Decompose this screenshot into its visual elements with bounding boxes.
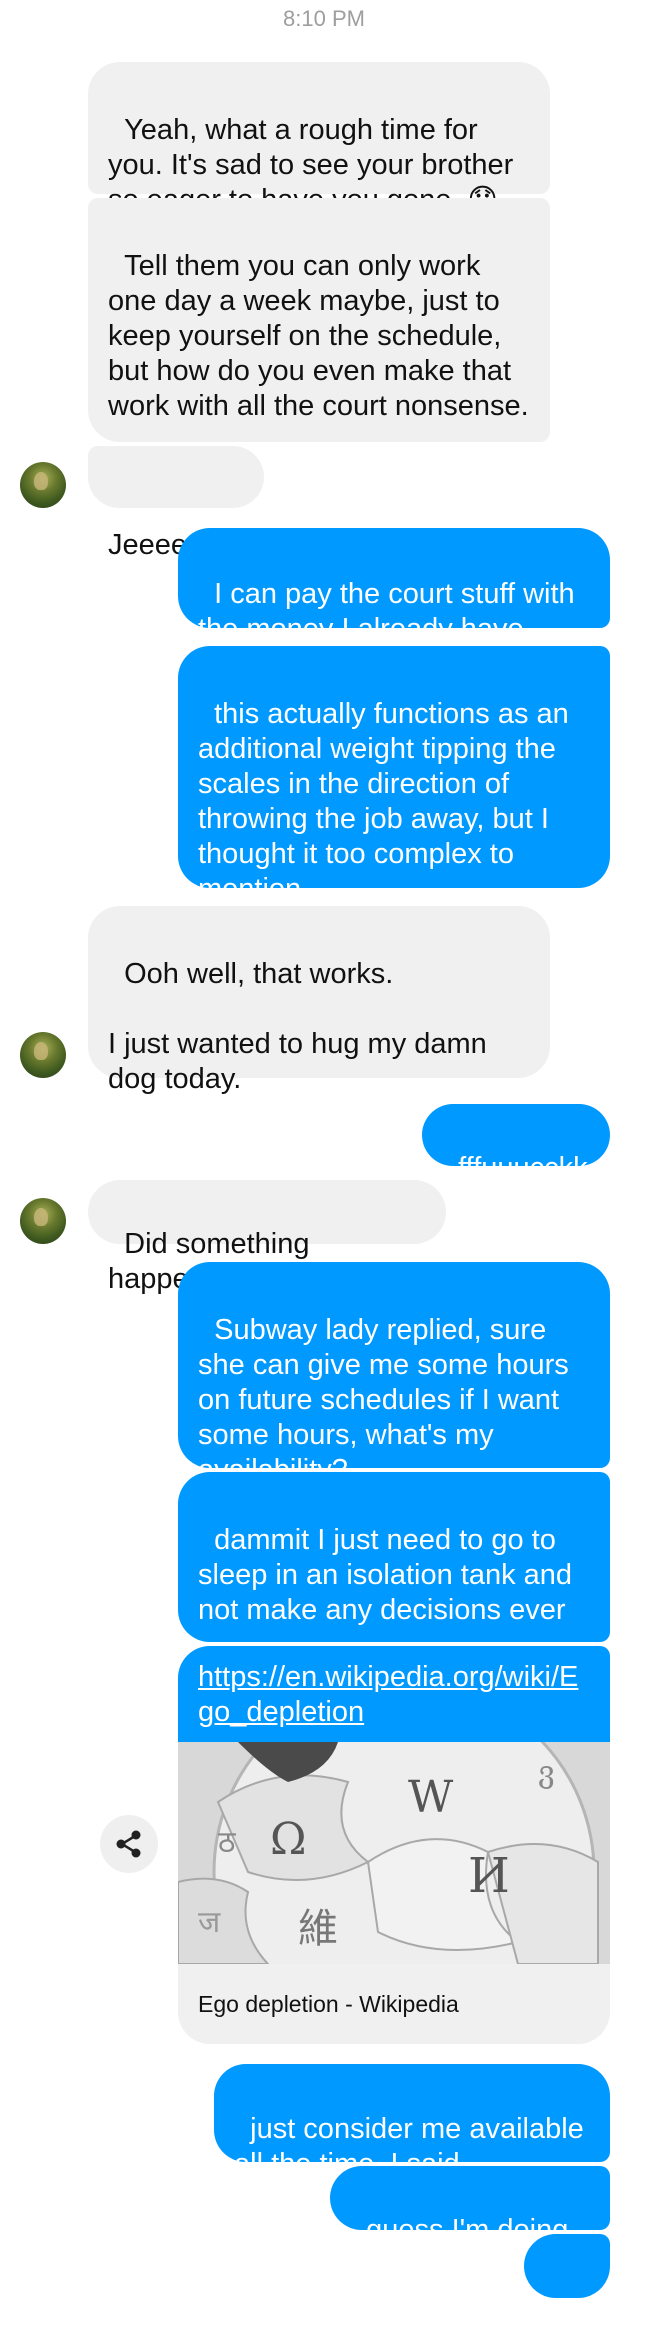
message-incoming[interactable]: Ooh well, that works. I just wanted to h…	[88, 906, 550, 1095]
message-text: dammit I just need to go to sleep in an …	[198, 1524, 581, 1626]
contact-avatar[interactable]	[20, 1198, 66, 1244]
message-text: fml	[544, 2317, 583, 2349]
message-text: I can pay the court stuff with the money…	[198, 578, 583, 645]
link-preview-url-area[interactable]: https://en.wikipedia.org/wiki/Ego_deplet…	[178, 1646, 610, 1742]
message-text: Ooh well, that works. I just wanted to h…	[108, 958, 487, 1095]
svg-text:ვ: ვ	[538, 1755, 555, 1790]
link-url[interactable]: https://en.wikipedia.org/wiki/Ego_deplet…	[198, 1661, 578, 1728]
message-outgoing[interactable]: dammit I just need to go to sleep in an …	[178, 1472, 610, 1642]
message-text: this actually functions as an additional…	[198, 698, 577, 905]
svg-text:ठ: ठ	[218, 1825, 236, 1860]
timestamp: 8:10 PM	[283, 6, 365, 31]
link-preview-card[interactable]: https://en.wikipedia.org/wiki/Ego_deplet…	[178, 1646, 610, 2044]
message-incoming[interactable]: Yeah, what a rough time for you. It's sa…	[88, 62, 550, 216]
message-text: fffuuucckk	[458, 1152, 588, 1184]
message-outgoing[interactable]: this actually functions as an additional…	[178, 646, 610, 905]
contact-avatar[interactable]	[20, 462, 66, 508]
message-outgoing[interactable]: just consider me available all the time,…	[214, 2064, 610, 2180]
message-text: Subway lady replied, sure she can give m…	[198, 1314, 577, 1486]
svg-text:ज: ज	[198, 1905, 221, 1940]
message-outgoing[interactable]: fml	[524, 2234, 610, 2349]
message-outgoing[interactable]: I can pay the court stuff with the money…	[178, 528, 610, 645]
message-incoming[interactable]: Did something happen?	[88, 1180, 446, 1295]
message-outgoing[interactable]: Subway lady replied, sure she can give m…	[178, 1262, 610, 1486]
wikipedia-globe-image[interactable]: Ω W И 維 ठ ज ვ	[178, 1742, 610, 1964]
message-text: Tell them you can only work one day a we…	[108, 250, 529, 422]
svg-text:W: W	[408, 1772, 454, 1823]
message-outgoing[interactable]: guess I'm doing it	[330, 2166, 610, 2281]
contact-avatar[interactable]	[20, 1032, 66, 1078]
svg-text:И: И	[468, 1848, 510, 1904]
share-glyph	[116, 1830, 141, 1858]
link-preview-title[interactable]: Ego depletion - Wikipedia	[178, 1964, 610, 2044]
message-outgoing[interactable]: fffuuucckk	[422, 1104, 610, 1184]
svg-text:維: 維	[298, 1906, 338, 1952]
message-incoming[interactable]: Tell them you can only work one day a we…	[88, 198, 550, 442]
share-icon[interactable]	[100, 1815, 158, 1873]
message-incoming[interactable]: Jeeeeeez.	[88, 446, 264, 561]
svg-text:Ω: Ω	[270, 1814, 306, 1865]
